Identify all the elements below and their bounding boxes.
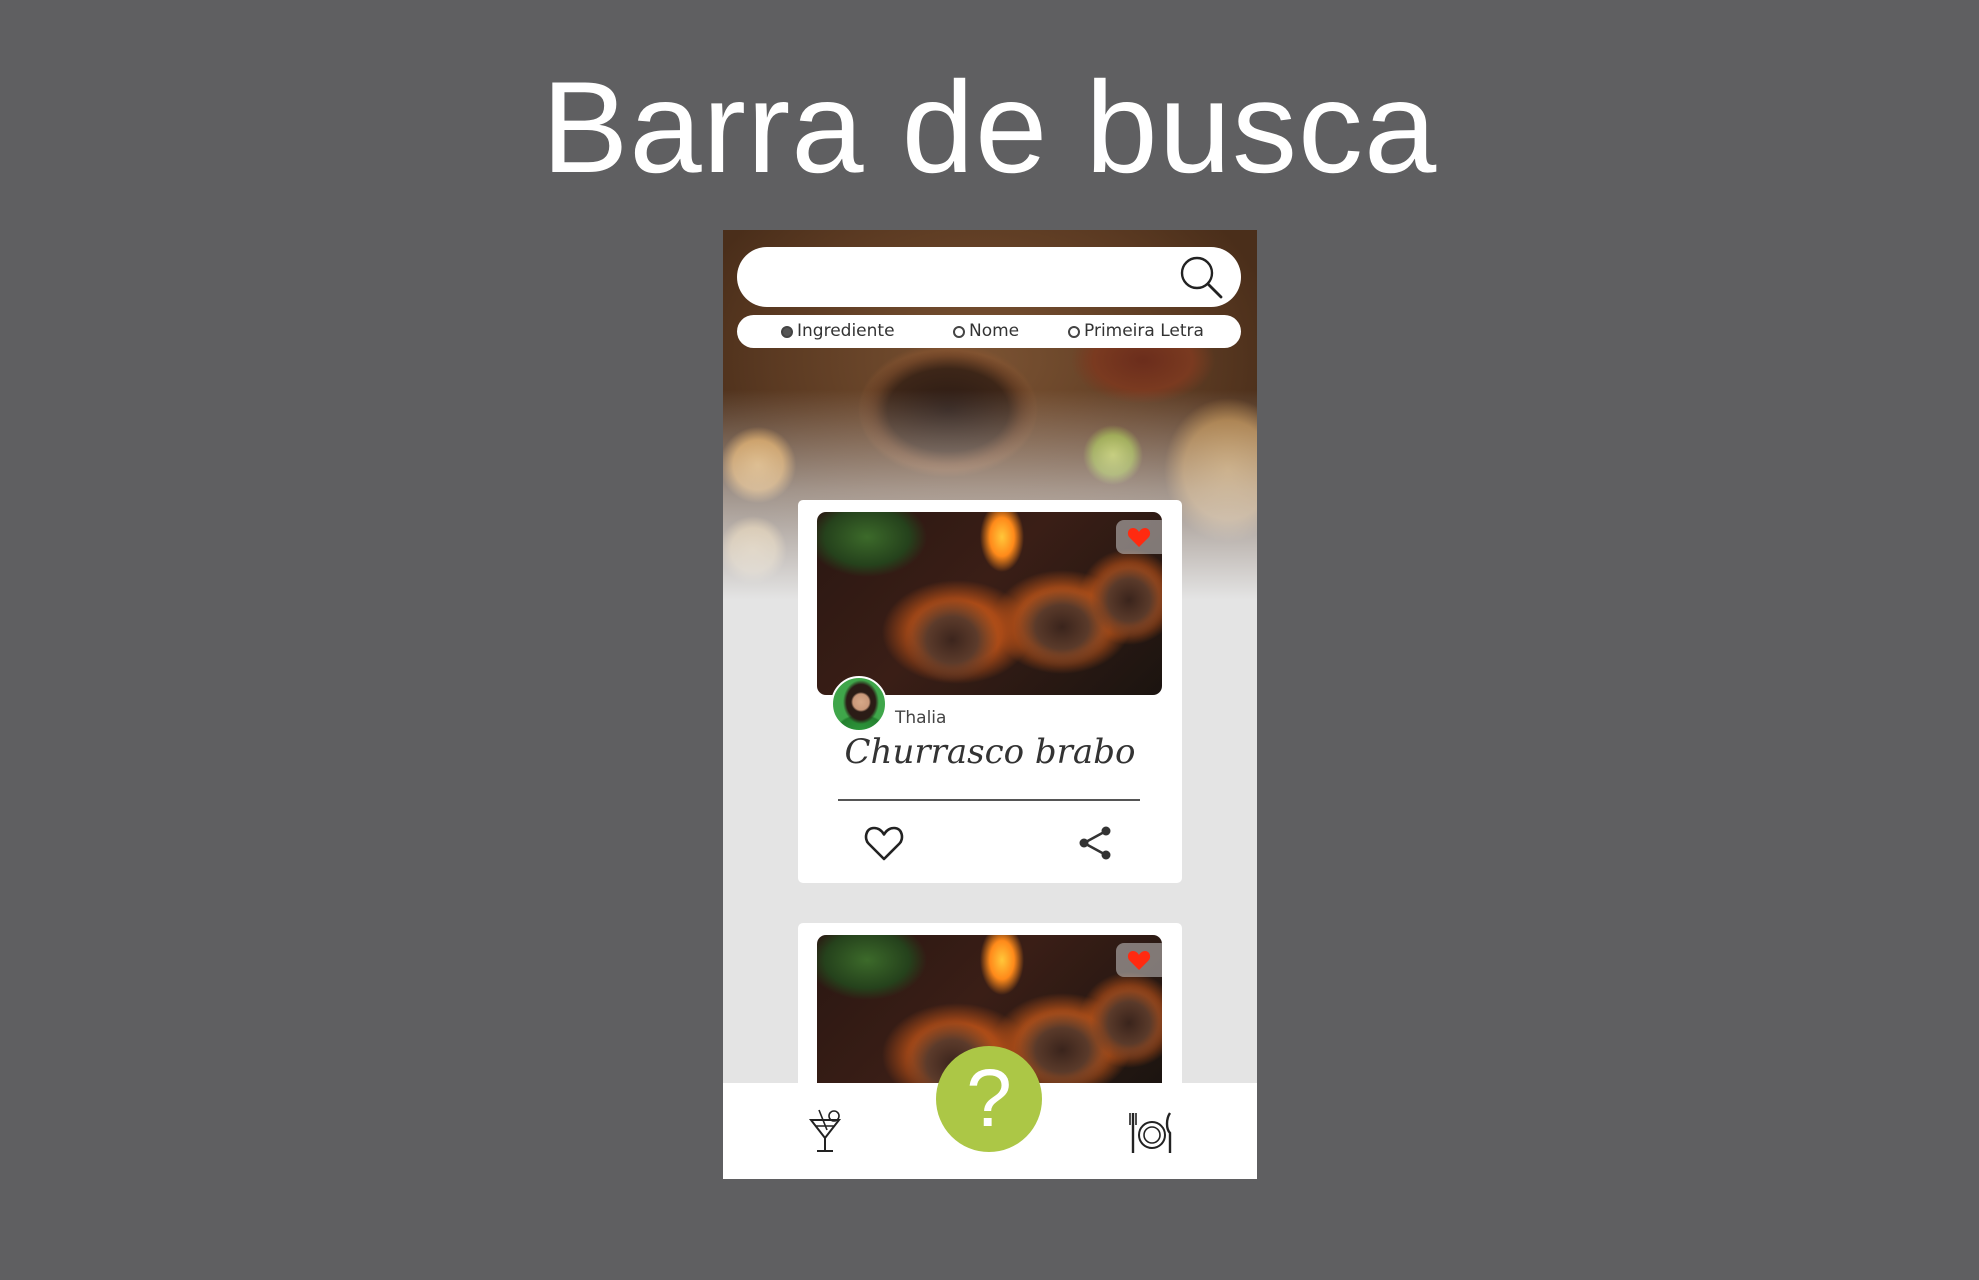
radio-button[interactable] bbox=[953, 325, 965, 338]
heart-outline-icon[interactable] bbox=[863, 822, 905, 864]
filter-option-label: Ingrediente bbox=[797, 321, 895, 341]
phone-screen: Ingrediente Nome Primeira Letra Thalia C… bbox=[723, 230, 1257, 1179]
share-icon[interactable] bbox=[1075, 823, 1115, 863]
recipe-photo[interactable] bbox=[817, 512, 1162, 695]
plate-cutlery-icon[interactable] bbox=[1128, 1109, 1176, 1157]
recipe-card[interactable]: Thalia Churrasco brabo bbox=[798, 500, 1182, 883]
help-button[interactable]: ? bbox=[936, 1046, 1042, 1152]
slide-title: Barra de busca bbox=[541, 54, 1438, 200]
recipe-title[interactable]: Churrasco brabo bbox=[798, 732, 1182, 772]
search-filter-options: Ingrediente Nome Primeira Letra bbox=[737, 315, 1241, 348]
recipe-author[interactable]: Thalia bbox=[895, 708, 946, 728]
avatar[interactable] bbox=[831, 676, 887, 732]
search-bar bbox=[737, 247, 1241, 307]
search-input[interactable] bbox=[759, 257, 1163, 299]
filter-option-primeira-letra[interactable]: Primeira Letra bbox=[1068, 315, 1204, 348]
filter-option-label: Nome bbox=[969, 321, 1020, 341]
drinks-icon[interactable] bbox=[805, 1108, 845, 1156]
filter-option-nome[interactable]: Nome bbox=[953, 315, 1019, 348]
favorite-badge[interactable] bbox=[1116, 520, 1162, 554]
filter-option-ingrediente[interactable]: Ingrediente bbox=[781, 315, 895, 348]
radio-button[interactable] bbox=[1068, 325, 1080, 338]
divider bbox=[838, 799, 1140, 801]
search-icon[interactable] bbox=[1177, 253, 1227, 303]
heart-filled-icon bbox=[1127, 951, 1151, 970]
heart-filled-icon bbox=[1127, 528, 1151, 547]
favorite-badge[interactable] bbox=[1116, 943, 1162, 977]
radio-button-checked[interactable] bbox=[781, 325, 793, 338]
filter-option-label: Primeira Letra bbox=[1084, 321, 1204, 341]
